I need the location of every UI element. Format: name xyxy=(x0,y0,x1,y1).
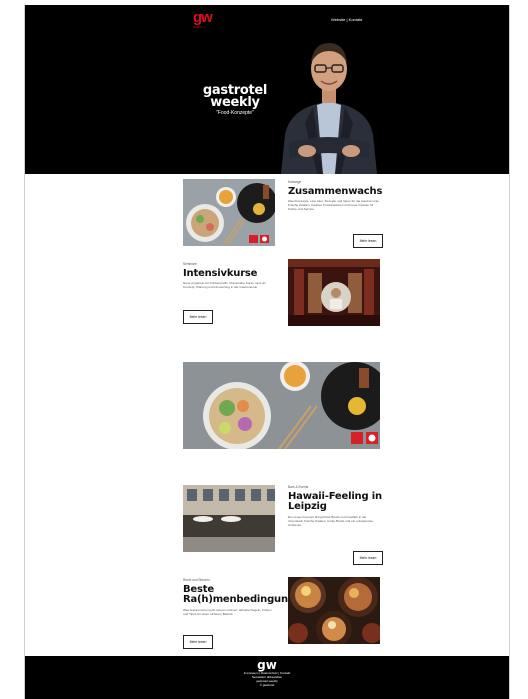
article-3-headline[interactable]: Hawaii-Feeling in Leipzig xyxy=(288,492,388,512)
article-4-image[interactable] xyxy=(288,577,380,644)
hero-portrait-photo xyxy=(277,27,381,174)
newsletter-title: gastrotel weekly "Food-Konzepte" xyxy=(185,84,285,117)
article-3-image[interactable] xyxy=(183,485,275,552)
article-4-headline[interactable]: Beste Ra(h)menbedingungen xyxy=(183,585,309,605)
nav-website-link[interactable]: Website xyxy=(331,17,345,22)
article-1-kicker: Hotrange xyxy=(288,180,302,184)
article-1-headline[interactable]: Zusammenwachs xyxy=(288,187,388,197)
article-1-read-more-button[interactable]: Mehr lesen xyxy=(353,234,383,248)
article-2-kicker: Seminare xyxy=(183,262,197,266)
article-3-kicker: Bars & Events xyxy=(288,485,309,489)
article-4-read-more-button[interactable]: Mehr lesen xyxy=(183,635,213,649)
article-2-headline[interactable]: Intensivkurse xyxy=(183,269,283,279)
logo-text: gw xyxy=(193,9,213,26)
title-tagline: "Food-Konzepte" xyxy=(216,110,254,116)
article-2-read-more-button[interactable]: Mehr lesen xyxy=(183,310,213,324)
article-4-kicker: Recht und Steuern xyxy=(183,578,210,582)
article-1-image[interactable] xyxy=(183,179,275,246)
article-4-body: Was Gastronomen jetzt wissen müssen: akt… xyxy=(183,608,272,616)
article-4-headline-line-2: Ra(h)menbedingungen xyxy=(183,594,309,605)
gw-logo[interactable]: gw weekly xyxy=(193,9,221,29)
feature-food-image[interactable] xyxy=(183,362,380,449)
article-2-image[interactable] xyxy=(288,259,380,326)
article-3-read-more-button[interactable]: Mehr lesen xyxy=(353,551,383,565)
article-3-headline-line-2: Leipzig xyxy=(288,501,327,512)
newsletter-page: gw weekly Website | Kontakt gastrotel we… xyxy=(24,5,510,699)
title-line-2: weekly xyxy=(210,95,260,110)
top-nav: Website | Kontakt xyxy=(331,17,362,22)
footer: gw Impressum | Datenschutz | Kontakt New… xyxy=(25,656,509,699)
nav-contact-link[interactable]: Kontakt xyxy=(349,17,363,22)
hero-banner: gw weekly Website | Kontakt gastrotel we… xyxy=(25,5,509,174)
article-2-body: Neue Angebote für Küchenprofis. Praxisna… xyxy=(183,281,267,289)
article-1-body: Zwei Konzepte, eine Idee: Rezepte und Id… xyxy=(288,199,380,211)
article-3-body: Ein neues Konzept bringt Poké Bowls und … xyxy=(288,515,373,527)
footer-copyright: © gastrotel xyxy=(259,683,275,687)
footer-logo[interactable]: gw xyxy=(25,659,509,671)
